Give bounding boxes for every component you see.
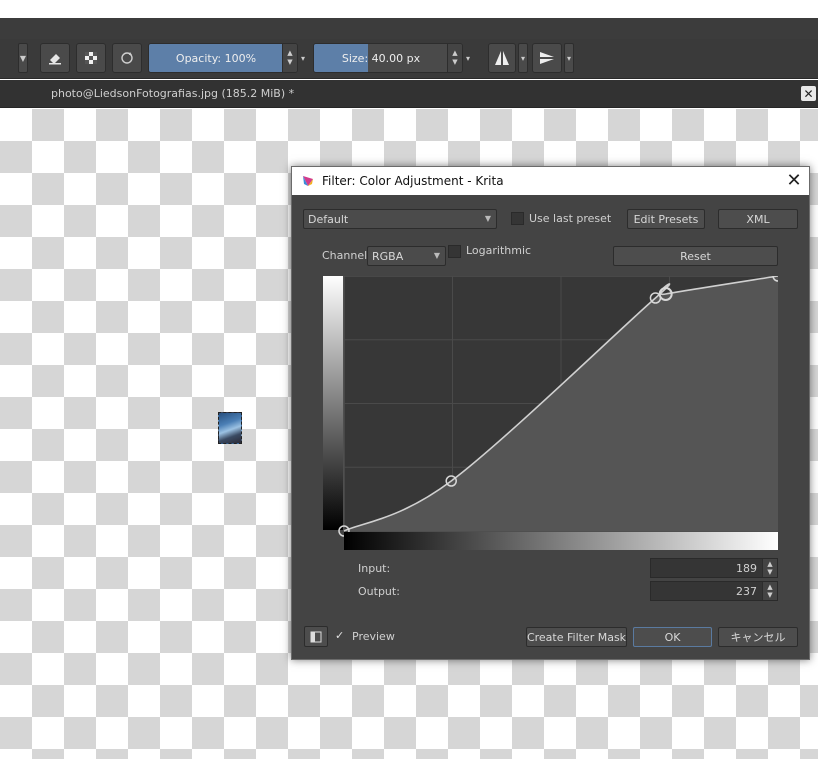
menu-strip [0, 18, 818, 39]
mirror-horizontal-icon[interactable] [488, 43, 516, 73]
preview-label[interactable]: Preview [352, 630, 395, 643]
input-spin-arrows[interactable]: ▲ ▼ [762, 559, 777, 577]
close-icon[interactable]: ✕ [784, 170, 804, 191]
output-gradient-bar [323, 276, 343, 530]
dialog-title: Filter: Color Adjustment - Krita [322, 174, 504, 188]
size-label: Size: 40.00 px [341, 51, 421, 65]
logarithmic-label[interactable]: Logarithmic [466, 244, 531, 257]
opacity-spin-arrows[interactable]: ▲ ▼ [282, 44, 297, 72]
krita-logo-icon [303, 176, 313, 186]
ok-button[interactable]: OK [633, 627, 712, 647]
channel-combo[interactable]: RGBA ▼ [367, 246, 446, 266]
size-spin-arrows[interactable]: ▲ ▼ [447, 44, 462, 72]
color-adjustment-dialog: Filter: Color Adjustment - Krita ✕ Defau… [291, 166, 810, 660]
curve-editor[interactable] [323, 276, 778, 551]
image-thumbnail [218, 412, 242, 444]
mirror-vertical-icon[interactable] [532, 43, 562, 73]
preview-checkmark-icon[interactable]: ✓ [335, 629, 344, 642]
use-last-preset-label[interactable]: Use last preset [529, 212, 611, 225]
size-dropdown-icon[interactable]: ▾ [463, 43, 473, 73]
document-tab-title[interactable]: photo@LiedsonFotografias.jpg (185.2 MiB)… [51, 87, 294, 100]
reload-icon[interactable] [112, 43, 142, 73]
brush-preset-dropdown-icon[interactable]: ▼ [18, 43, 28, 73]
eraser-icon[interactable] [40, 43, 70, 73]
input-field[interactable]: 189 ▲ ▼ [650, 558, 778, 578]
split-view-icon[interactable] [304, 626, 328, 647]
preset-value: Default [308, 212, 349, 226]
output-label: Output: [358, 585, 400, 598]
xml-button[interactable]: XML [718, 209, 798, 229]
opacity-slider[interactable]: Opacity: 100% ▲ ▼ [148, 43, 298, 73]
input-value: 189 [736, 561, 757, 575]
output-value: 237 [736, 584, 757, 598]
chevron-down-icon: ▼ [484, 214, 491, 223]
brush-toolbar: ▼ Opacity: 100% ▲ ▼ ▾ Size: 40.00 px ▲ ▼ ▾… [0, 39, 818, 79]
cancel-button[interactable]: キャンセル [718, 627, 798, 647]
opacity-label: Opacity: 100% [175, 51, 257, 65]
use-last-preset-checkbox[interactable] [511, 212, 524, 225]
size-slider[interactable]: Size: 40.00 px ▲ ▼ [313, 43, 463, 73]
channel-value: RGBA [372, 249, 404, 263]
output-field[interactable]: 237 ▲ ▼ [650, 581, 778, 601]
output-spin-arrows[interactable]: ▲ ▼ [762, 582, 777, 600]
top-margin [0, 0, 818, 18]
logarithmic-checkbox[interactable] [448, 245, 461, 258]
opacity-dropdown-icon[interactable]: ▾ [298, 43, 308, 73]
reset-button[interactable]: Reset [613, 246, 778, 266]
mirror-h-options-icon[interactable]: ▾ [518, 43, 528, 73]
alpha-lock-icon[interactable] [76, 43, 106, 73]
input-gradient-bar [344, 532, 778, 550]
edit-presets-button[interactable]: Edit Presets [627, 209, 705, 229]
mirror-v-options-icon[interactable]: ▾ [564, 43, 574, 73]
create-filter-mask-button[interactable]: Create Filter Mask [526, 627, 627, 647]
chevron-down-icon: ▼ [433, 251, 440, 260]
preset-combo[interactable]: Default ▼ [303, 209, 497, 229]
dialog-titlebar[interactable]: Filter: Color Adjustment - Krita ✕ [292, 167, 809, 195]
input-label: Input: [358, 562, 391, 575]
close-icon[interactable]: ✕ [801, 86, 816, 101]
channel-label: Channel: [322, 249, 371, 262]
